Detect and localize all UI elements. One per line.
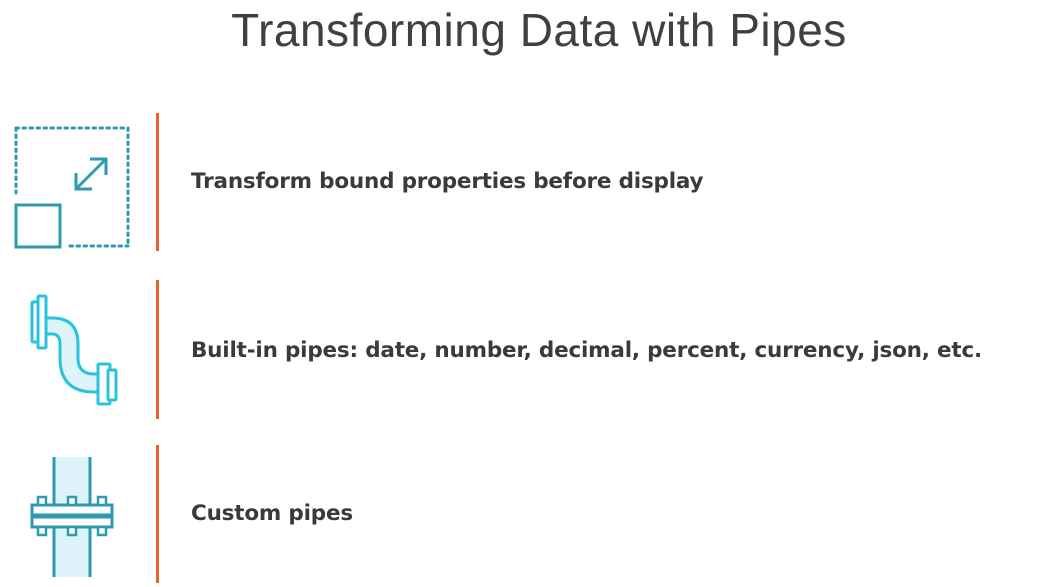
- item-text: Custom pipes: [191, 501, 353, 526]
- divider: [156, 445, 159, 583]
- divider: [156, 113, 159, 251]
- list-item: Transform bound properties before displa…: [0, 113, 1053, 251]
- page-title: Transforming Data with Pipes: [231, 4, 847, 56]
- list-item: Custom pipes: [0, 445, 1053, 583]
- resize-icon: [12, 123, 134, 253]
- divider: [156, 280, 159, 419]
- list-item: Built-in pipes: date, number, decimal, p…: [0, 280, 1053, 419]
- item-text: Built-in pipes: date, number, decimal, p…: [191, 338, 983, 363]
- item-text: Transform bound properties before displa…: [191, 169, 704, 194]
- pipe-flange-icon: [12, 455, 134, 580]
- bent-pipe-icon: [12, 288, 134, 412]
